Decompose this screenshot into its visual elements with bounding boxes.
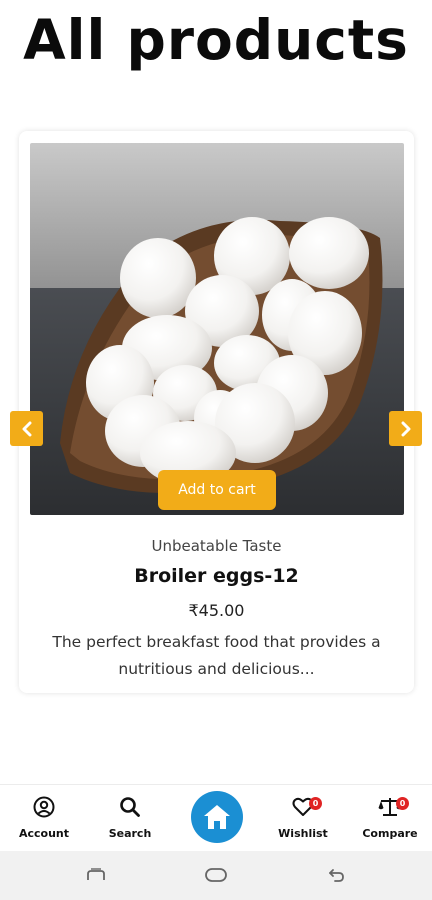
- product-description: The perfect breakfast food that provides…: [52, 633, 381, 678]
- product-tagline: Unbeatable Taste: [151, 537, 282, 555]
- nav-compare[interactable]: 0 Compare: [350, 795, 430, 845]
- back-arrow-icon: [329, 869, 344, 882]
- wishlist-count-badge: 0: [309, 797, 322, 810]
- home-pill-icon: [205, 868, 227, 882]
- home-button[interactable]: [191, 791, 243, 843]
- back-button[interactable]: [325, 865, 349, 885]
- nav-search[interactable]: Search: [90, 795, 170, 845]
- system-home-button[interactable]: [204, 865, 228, 885]
- chevron-left-icon: [22, 421, 31, 436]
- eggs-in-basket-image: [30, 143, 404, 515]
- product-price: ₹45.00: [188, 601, 245, 620]
- user-circle-icon: [33, 796, 55, 818]
- product-image[interactable]: [30, 143, 404, 515]
- recents-button[interactable]: [84, 865, 108, 885]
- product-name[interactable]: Broiler eggs-12: [19, 565, 414, 587]
- nav-account-label: Account: [18, 827, 70, 840]
- nav-account[interactable]: Account: [4, 795, 84, 845]
- nav-wishlist-label: Wishlist: [278, 827, 328, 840]
- nav-compare-label: Compare: [362, 827, 418, 840]
- nav-wishlist[interactable]: 0 Wishlist: [263, 795, 343, 845]
- search-icon: [120, 797, 140, 817]
- home-icon: [204, 805, 230, 829]
- page-title: All products: [23, 8, 409, 72]
- carousel-prev-button[interactable]: [10, 411, 43, 446]
- nav-search-label: Search: [108, 827, 152, 840]
- add-to-cart-button[interactable]: Add to cart: [158, 470, 276, 510]
- carousel-next-button[interactable]: [389, 411, 422, 446]
- system-navigation-bar: [0, 851, 432, 900]
- recents-icon: [87, 868, 105, 880]
- compare-count-badge: 0: [396, 797, 409, 810]
- chevron-right-icon: [401, 421, 410, 436]
